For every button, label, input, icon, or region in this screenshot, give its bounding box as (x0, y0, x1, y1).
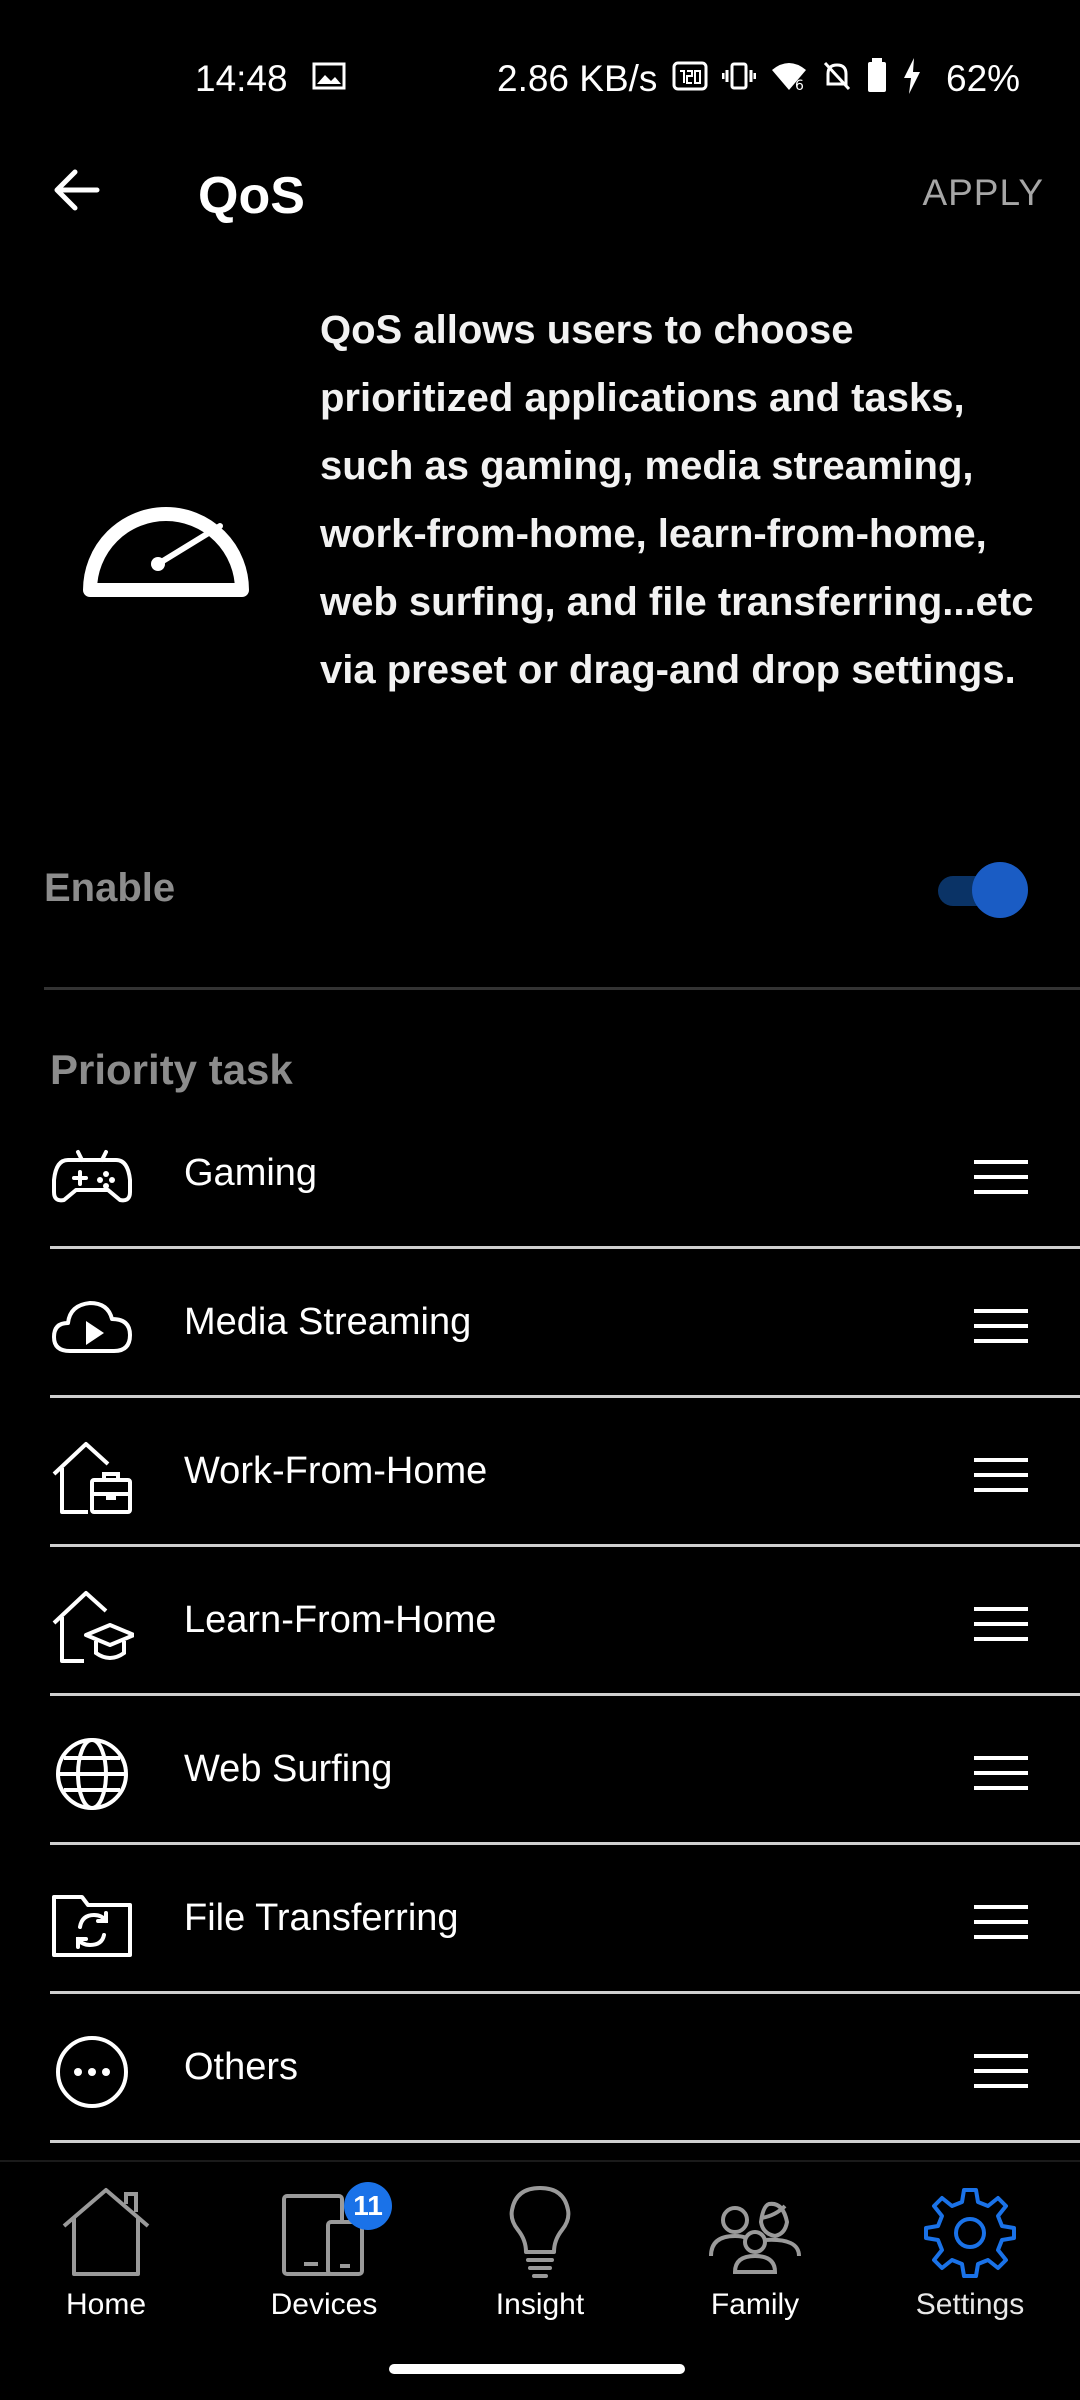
drag-handle-icon[interactable] (972, 1903, 1030, 1941)
status-network-speed: 2.86 KB/s (497, 58, 658, 99)
status-icons: 6 (672, 58, 922, 94)
qos-description: QoS allows users to choose prioritized a… (320, 308, 1034, 692)
home-indicator[interactable] (389, 2364, 685, 2374)
vibrate-icon (722, 62, 756, 90)
speedometer-icon (83, 507, 249, 597)
task-row-gaming[interactable]: Gaming (0, 1100, 1080, 1249)
charging-icon (904, 58, 920, 94)
folder-sync-icon (52, 1895, 132, 1957)
drag-handle-icon[interactable] (972, 1307, 1030, 1345)
task-row-web-surfing[interactable]: Web Surfing (0, 1696, 1080, 1845)
svg-text:6: 6 (795, 78, 804, 92)
status-battery-level: 62% (946, 58, 1021, 99)
drag-handle-icon[interactable] (972, 1158, 1030, 1196)
cloud-play-icon (52, 1301, 132, 1353)
gear-icon (924, 2188, 1016, 2278)
task-row-media-streaming[interactable]: Media Streaming (0, 1249, 1080, 1398)
nav-label: Family (710, 2288, 800, 2321)
drag-handle-icon[interactable] (972, 1754, 1030, 1792)
task-label: Media Streaming (184, 1301, 472, 1343)
nav-label: Devices (270, 2288, 378, 2321)
qos-screen: 14:48 2.86 KB/s 6 62% QoS APPLY QoS allo… (0, 0, 1080, 2400)
nav-settings[interactable]: Settings (870, 2182, 1070, 2332)
apply-button[interactable]: APPLY (922, 172, 1044, 214)
mute-bell-icon (823, 61, 851, 91)
home-icon (62, 2188, 150, 2276)
drag-handle-icon[interactable] (972, 1456, 1030, 1494)
lightbulb-icon (509, 2186, 571, 2278)
row-divider (50, 2140, 1080, 2143)
globe-icon (56, 1738, 128, 1810)
enable-toggle[interactable] (938, 862, 1028, 918)
more-circle-icon (56, 2036, 128, 2108)
task-label: Gaming (184, 1152, 318, 1194)
priority-task-list: Gaming Media Streaming Work-From-Home Le… (0, 1100, 1080, 2143)
toggle-knob (972, 862, 1028, 918)
nav-devices[interactable]: 11 Devices (224, 2182, 424, 2332)
task-row-work-from-home[interactable]: Work-From-Home (0, 1398, 1080, 1547)
app-bar: QoS APPLY (0, 150, 1080, 280)
status-bar: 14:48 2.86 KB/s 6 62% (0, 0, 1080, 150)
page-title: QoS (198, 167, 305, 225)
home-briefcase-icon (52, 1442, 132, 1514)
task-label: Web Surfing (184, 1748, 393, 1790)
home-graduation-icon (52, 1591, 134, 1663)
task-row-others[interactable]: Others (0, 1994, 1080, 2143)
divider (44, 987, 1080, 990)
nav-insight[interactable]: Insight (440, 2182, 640, 2332)
nav-label: Home (65, 2288, 147, 2321)
task-label: File Transferring (184, 1897, 459, 1939)
task-row-file-transferring[interactable]: File Transferring (0, 1845, 1080, 1994)
gamepad-icon (52, 1150, 132, 1203)
drag-handle-icon[interactable] (972, 1605, 1030, 1643)
task-label: Work-From-Home (184, 1450, 488, 1492)
enable-label: Enable (44, 866, 176, 910)
refresh-rate-icon (672, 61, 708, 91)
nav-home[interactable]: Home (6, 2182, 206, 2332)
task-label: Learn-From-Home (184, 1599, 497, 1641)
wifi-icon: 6 (772, 63, 806, 92)
nav-label: Settings (915, 2288, 1025, 2321)
battery-icon (868, 58, 886, 92)
task-label: Others (184, 2046, 299, 2088)
back-button[interactable] (46, 160, 106, 220)
status-time: 14:48 (195, 58, 288, 99)
drag-handle-icon[interactable] (972, 2052, 1030, 2090)
family-icon (709, 2201, 801, 2274)
task-row-learn-from-home[interactable]: Learn-From-Home (0, 1547, 1080, 1696)
priority-task-title: Priority task (50, 1046, 293, 1093)
nav-label: Insight (495, 2288, 585, 2321)
arrow-left-icon (54, 169, 100, 211)
image-notification-icon (312, 62, 346, 90)
devices-badge: 11 (344, 2182, 392, 2230)
nav-family[interactable]: Family (655, 2182, 855, 2332)
